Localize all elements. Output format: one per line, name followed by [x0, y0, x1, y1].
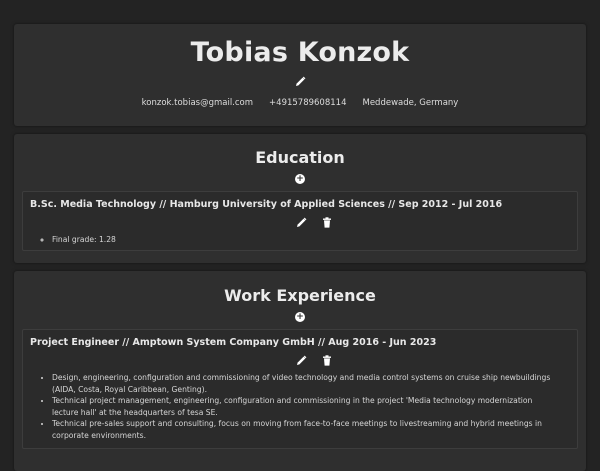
delete-work-button[interactable]: [321, 354, 333, 366]
edit-work-button[interactable]: [295, 354, 307, 366]
work-experience-section: Work Experience + Project Engineer // Am…: [14, 271, 586, 471]
edit-profile-button[interactable]: [294, 75, 306, 87]
profile-card: Tobias Konzok konzok.tobias@gmail.com +4…: [14, 24, 586, 126]
edit-education-button[interactable]: [295, 216, 307, 228]
trash-icon: [323, 354, 331, 366]
education-entry-title: B.Sc. Media Technology // Hamburg Univer…: [30, 199, 503, 210]
profile-name: Tobias Konzok: [190, 37, 410, 68]
delete-education-button[interactable]: [321, 216, 333, 228]
work-entry: Project Engineer // Amptown System Compa…: [22, 329, 578, 449]
contact-info: konzok.tobias@gmail.com +4915789608114 M…: [14, 98, 586, 108]
list-item: Design, engineering, configuration and c…: [52, 372, 552, 395]
education-title: Education: [255, 148, 345, 167]
add-education-button[interactable]: +: [295, 174, 305, 184]
add-work-button[interactable]: +: [295, 312, 305, 322]
education-section: Education + B.Sc. Media Technology // Ha…: [14, 134, 586, 263]
list-item: Technical project management, engineerin…: [52, 395, 552, 418]
work-experience-title: Work Experience: [224, 286, 376, 305]
list-item: Final grade: 1.28: [52, 234, 552, 246]
plus-circle-icon: +: [296, 174, 304, 184]
pencil-icon: [295, 76, 305, 86]
location-text: Meddewade, Germany: [362, 98, 459, 108]
trash-icon: [323, 216, 331, 228]
work-bullets: Design, engineering, configuration and c…: [23, 372, 552, 441]
phone-text: +4915789608114: [269, 98, 347, 108]
education-entry: B.Sc. Media Technology // Hamburg Univer…: [22, 191, 578, 251]
pencil-icon: [296, 355, 306, 365]
work-entry-title: Project Engineer // Amptown System Compa…: [30, 337, 437, 348]
plus-circle-icon: +: [296, 312, 304, 322]
list-item: Technical pre-sales support and consulti…: [52, 418, 552, 441]
email-text: konzok.tobias@gmail.com: [141, 98, 254, 108]
pencil-icon: [296, 217, 306, 227]
education-bullets: Final grade: 1.28: [23, 234, 552, 246]
